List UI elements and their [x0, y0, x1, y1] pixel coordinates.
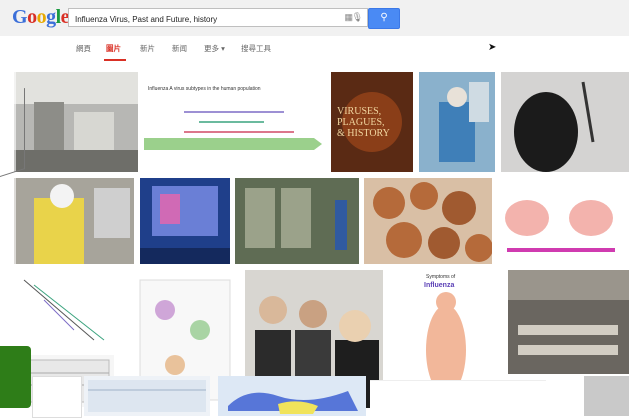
- overlay-pointer-shape: [0, 87, 25, 178]
- image-result-photo[interactable]: [584, 376, 629, 416]
- image-result-hospital-ward-1918[interactable]: [508, 270, 629, 374]
- image-result-book-cover[interactable]: VIRUSES, PLAGUES, & HISTORY: [331, 72, 413, 172]
- search-input[interactable]: [69, 12, 335, 27]
- image-result-lab-cages[interactable]: [235, 178, 359, 264]
- image-result-article[interactable]: [370, 380, 546, 417]
- tab-search-tools[interactable]: 搜尋工具: [241, 43, 271, 54]
- image-result-subtype-chart[interactable]: Influenza A virus subtypes in the human …: [144, 82, 324, 160]
- green-side-panel[interactable]: [0, 346, 31, 408]
- tab-images[interactable]: 圖片: [106, 43, 121, 54]
- tab-news[interactable]: 新闻: [172, 43, 187, 54]
- image-result-hospital-ward[interactable]: [14, 72, 138, 172]
- image-result-presentation-screen[interactable]: [140, 178, 230, 264]
- tab-web[interactable]: 網頁: [76, 43, 91, 54]
- search-box[interactable]: ▦ 🎙: [68, 8, 368, 27]
- tab-more[interactable]: 更多 ▾: [204, 43, 225, 54]
- image-result-protective-suit[interactable]: [14, 178, 134, 264]
- search-icon: ⚲: [380, 12, 388, 23]
- symptoms-title: Symptoms of: [426, 274, 456, 280]
- active-tab-indicator: [104, 59, 126, 61]
- image-result-lab-worker[interactable]: [419, 72, 495, 172]
- image-result-timeline-chart[interactable]: [14, 270, 114, 350]
- image-result-world-map[interactable]: [218, 376, 366, 416]
- chart-title: Influenza A virus subtypes in the human …: [148, 86, 261, 92]
- search-nav: 網頁 圖片 新片 新闻 更多 ▾ 搜尋工具: [0, 36, 629, 63]
- image-result-vaccine-syringe[interactable]: [501, 72, 629, 172]
- mouse-cursor-icon: ➤: [488, 42, 497, 53]
- image-result-bird-diagram[interactable]: [497, 178, 625, 264]
- google-logo[interactable]: Google: [12, 6, 70, 29]
- tab-videos[interactable]: 新片: [140, 43, 155, 54]
- book-title: VIRUSES, PLAGUES, & HISTORY: [337, 106, 390, 139]
- search-button[interactable]: ⚲: [368, 8, 400, 29]
- image-results-grid: Influenza A virus subtypes in the human …: [0, 62, 629, 418]
- image-result-document[interactable]: [32, 376, 82, 418]
- influenza-heading: Influenza: [424, 282, 454, 289]
- image-result-spreadsheet[interactable]: [84, 376, 210, 416]
- image-result-virus-micrograph[interactable]: [364, 178, 492, 264]
- microphone-icon[interactable]: 🎙: [352, 12, 363, 23]
- top-bar: Google ▦ 🎙 ⚲: [0, 0, 629, 37]
